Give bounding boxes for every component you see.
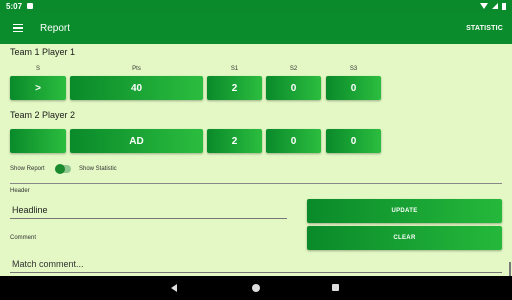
header-input[interactable]: Headline (12, 205, 287, 217)
toggle-knob (55, 164, 65, 174)
team2-serve-button[interactable] (10, 129, 66, 153)
clear-button[interactable]: CLEAR (307, 226, 502, 250)
col-s2-header: S2 (289, 66, 298, 72)
team2-s2-button[interactable]: 0 (266, 129, 321, 153)
recents-icon[interactable] (332, 284, 339, 291)
page-title: Report (40, 22, 71, 34)
menu-icon[interactable] (3, 12, 33, 44)
signal-icon (492, 3, 498, 9)
status-time: 5:07 (6, 1, 23, 11)
comment-input[interactable]: Match comment... (12, 259, 502, 271)
team2-s1-button[interactable]: 2 (207, 129, 262, 153)
notification-icon (27, 3, 34, 9)
navigation-bar (0, 276, 512, 300)
col-s3-header: S3 (349, 66, 358, 72)
col-points-header: Pts (132, 66, 141, 72)
team1-s1-button[interactable]: 2 (207, 76, 262, 100)
report-statistic-toggle[interactable] (55, 164, 71, 174)
show-statistic-label: Show Statistic (79, 166, 117, 172)
team2-label: Team 2 Player 2 (10, 110, 76, 120)
status-bar: 5:07 (0, 0, 512, 12)
team1-serve-button[interactable]: > (10, 76, 66, 100)
home-icon[interactable] (252, 284, 260, 292)
app-bar: Report STATISTIC (0, 12, 512, 44)
comment-input-underline (10, 272, 502, 273)
wifi-icon (480, 3, 488, 9)
team1-s3-button[interactable]: 0 (326, 76, 381, 100)
team1-label: Team 1 Player 1 (10, 47, 76, 57)
divider (10, 183, 502, 184)
header-label: Header (10, 188, 30, 194)
comment-label: Comment (10, 235, 37, 241)
battery-icon (502, 2, 506, 10)
col-s1-header: S1 (230, 66, 239, 72)
team1-points-button[interactable]: 40 (70, 76, 203, 100)
team2-points-button[interactable]: AD (70, 129, 203, 153)
team1-s2-button[interactable]: 0 (266, 76, 321, 100)
team2-s3-button[interactable]: 0 (326, 129, 381, 153)
header-input-underline (10, 218, 287, 219)
col-serve-header: S (35, 66, 40, 72)
show-report-label: Show Report (10, 166, 45, 172)
status-icons (480, 2, 506, 10)
back-icon[interactable] (171, 284, 177, 292)
update-button[interactable]: UPDATE (307, 199, 502, 223)
statistic-button[interactable]: STATISTIC (466, 25, 503, 32)
scrollbar[interactable] (509, 262, 511, 276)
